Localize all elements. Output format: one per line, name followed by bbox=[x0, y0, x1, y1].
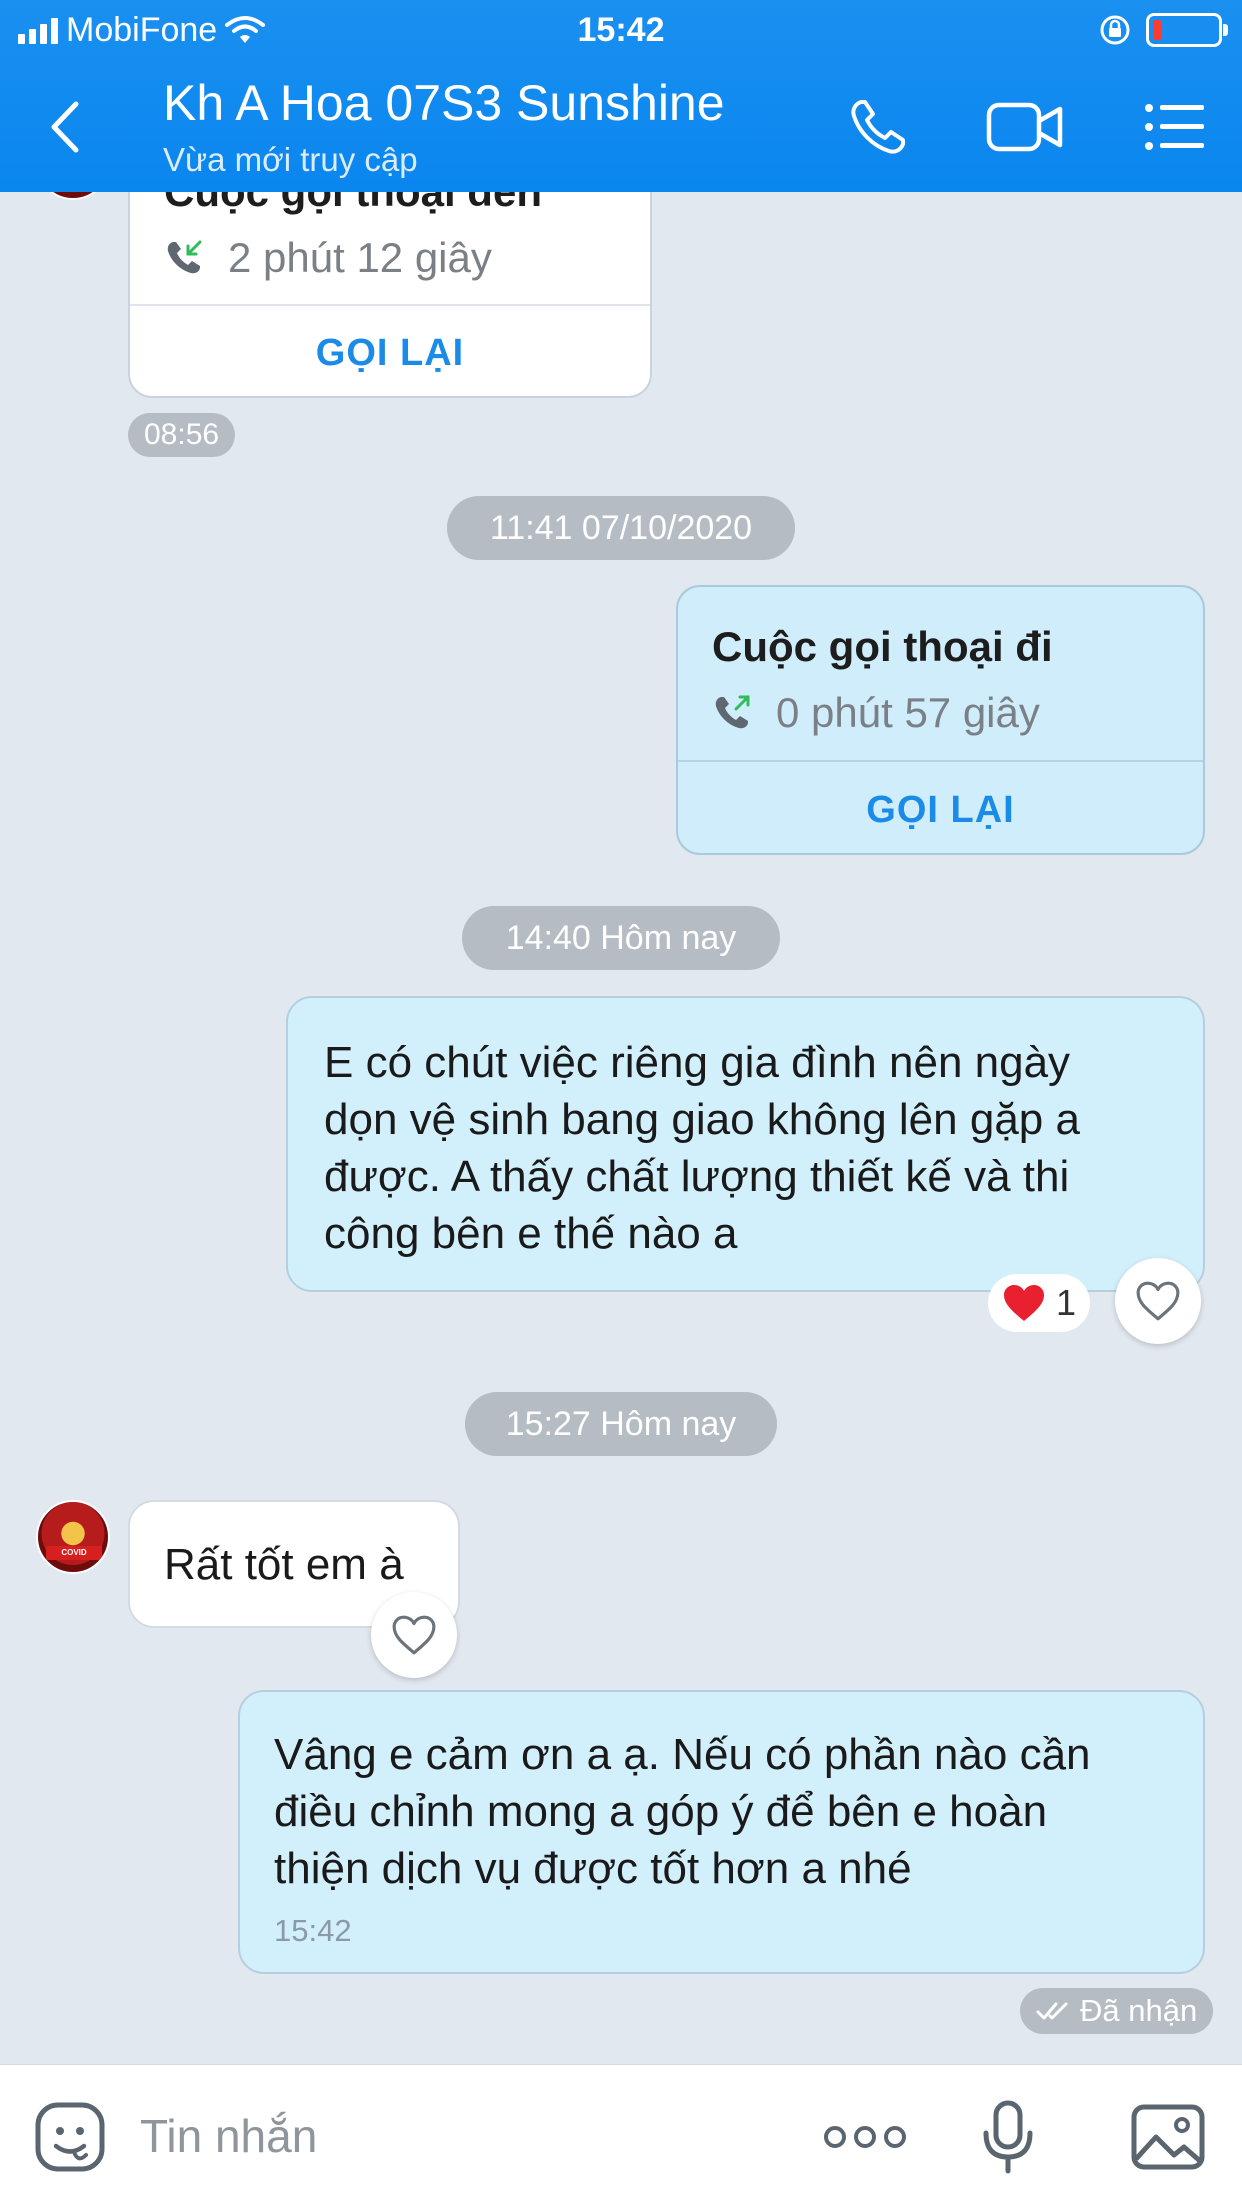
callback-button[interactable]: GỌI LẠI bbox=[678, 789, 1203, 832]
call-title: Cuộc gọi thoại đi bbox=[712, 623, 1053, 670]
date-separator: 14:40 Hôm nay bbox=[462, 906, 780, 970]
red-heart-icon bbox=[1004, 1285, 1044, 1321]
video-call-icon[interactable] bbox=[985, 92, 1065, 162]
delivery-status: Đã nhận bbox=[1080, 1993, 1198, 2028]
date-separator: 11:41 07/10/2020 bbox=[447, 496, 795, 560]
message-input[interactable]: Tin nhắn bbox=[140, 2109, 317, 2163]
outgoing-message-bubble[interactable]: E có chút việc riêng gia đình nên ngày d… bbox=[286, 996, 1205, 1292]
more-options-icon[interactable] bbox=[820, 2099, 910, 2175]
message-line: dọn vệ sinh bang giao không lên gặp a bbox=[324, 1095, 1080, 1144]
card-divider bbox=[130, 304, 650, 306]
heart-outline-icon bbox=[392, 1615, 436, 1655]
call-duration-row: 0 phút 57 giây bbox=[712, 689, 1040, 737]
contact-name[interactable]: Kh A Hoa 07S3 Sunshine bbox=[163, 74, 725, 132]
react-heart-button[interactable] bbox=[371, 1592, 457, 1678]
date-separator: 15:27 Hôm nay bbox=[465, 1392, 777, 1456]
status-right bbox=[1098, 10, 1228, 50]
image-icon[interactable] bbox=[1128, 2099, 1208, 2175]
message-text: Rất tốt em à bbox=[164, 1540, 404, 1589]
message-line: Vâng e cảm ơn a ạ. Nếu có phần nào cần bbox=[274, 1730, 1091, 1779]
call-duration: 2 phút 12 giây bbox=[228, 234, 492, 281]
reaction-summary[interactable]: 1 bbox=[988, 1274, 1091, 1332]
outgoing-message-bubble[interactable]: Vâng e cảm ơn a ạ. Nếu có phần nào cần đ… bbox=[238, 1690, 1205, 1974]
phone-call-icon[interactable] bbox=[838, 92, 918, 162]
outgoing-call-icon bbox=[715, 695, 750, 729]
card-divider bbox=[678, 760, 1203, 762]
message-input-bar: Tin nhắn bbox=[0, 2064, 1242, 2208]
status-time: 15:42 bbox=[577, 11, 665, 49]
message-line: được. A thấy chất lượng thiết kế và thi bbox=[324, 1152, 1070, 1201]
call-duration: 0 phút 57 giây bbox=[776, 689, 1040, 736]
delivery-status-badge: Đã nhận bbox=[1020, 1988, 1214, 2034]
message-line: E có chút việc riêng gia đình nên ngày bbox=[324, 1038, 1071, 1087]
sticker-icon[interactable] bbox=[32, 2099, 108, 2175]
callback-button[interactable]: GỌI LẠI bbox=[130, 332, 650, 375]
react-heart-button[interactable] bbox=[1115, 1258, 1201, 1344]
orientation-lock-icon bbox=[1100, 15, 1130, 45]
double-check-icon bbox=[1036, 2002, 1068, 2020]
reaction-count: 1 bbox=[1056, 1282, 1077, 1323]
message-line: thiện dịch vụ được tốt hơn a nhé bbox=[274, 1844, 912, 1893]
message-time: 15:42 bbox=[274, 1913, 352, 1948]
incoming-call-icon bbox=[167, 240, 202, 274]
battery-icon bbox=[1146, 13, 1228, 47]
contact-status: Vừa mới truy cập bbox=[163, 141, 418, 178]
menu-list-icon[interactable] bbox=[1140, 92, 1210, 162]
heart-outline-icon bbox=[1136, 1281, 1180, 1321]
message-time: 08:56 bbox=[128, 413, 236, 457]
contact-avatar[interactable]: COVID bbox=[36, 1500, 110, 1574]
chat-header: MobiFone 15:42 Kh A Hoa 07S3 Sunshine Vừ… bbox=[0, 0, 1242, 192]
back-arrow-icon[interactable] bbox=[40, 92, 90, 162]
call-duration-row: 2 phút 12 giây bbox=[164, 234, 492, 282]
message-line: điều chỉnh mong a góp ý để bên e hoàn bbox=[274, 1787, 1048, 1836]
microphone-icon[interactable] bbox=[975, 2099, 1041, 2175]
outgoing-call-card: Cuộc gọi thoại đi 0 phút 57 giây GỌI LẠI bbox=[676, 585, 1205, 855]
message-line: công bên e thế nào a bbox=[324, 1209, 738, 1258]
